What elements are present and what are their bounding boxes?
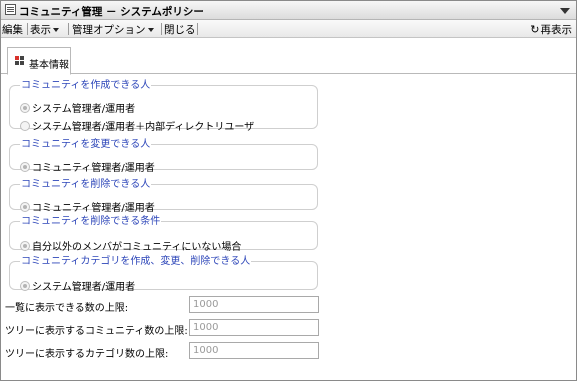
list-limit-row: 一覧に表示できる数の上限: (5, 296, 319, 314)
menu-separator (197, 23, 198, 35)
group-legend: コミュニティを削除できる人 (21, 179, 151, 190)
menu-separator (161, 23, 162, 35)
tree-category-limit-row: ツリーに表示するカテゴリ数の上限: (5, 342, 319, 360)
refresh-icon: ↻ (530, 23, 540, 36)
group-legend: コミュニティを変更できる人 (21, 139, 151, 150)
radio-checked-icon[interactable] (20, 281, 30, 291)
menu-close[interactable]: 閉じる (164, 22, 196, 36)
chevron-down-icon (53, 28, 59, 32)
tree-community-limit-label: ツリーに表示するコミュニティ数の上限: (5, 326, 188, 337)
title-bar: コミュニティ管理 － システムポリシー (1, 1, 576, 20)
group-legend: コミュニティを削除できる条件 (21, 216, 161, 227)
menu-edit[interactable]: 編集 (2, 22, 23, 36)
list-limit-input[interactable] (189, 296, 319, 313)
menu-view-label: 表示 (30, 24, 51, 36)
group-category-managers: コミュニティカテゴリを作成、変更、削除できる人 システム管理者/運用者 (9, 256, 318, 293)
radio-label: システム管理者/運用者＋内部ディレクトリユーザ (32, 122, 255, 133)
tree-community-limit-row: ツリーに表示するコミュニティ数の上限: (5, 319, 319, 337)
radio-option[interactable]: コミュニティ管理者/運用者 (20, 202, 155, 215)
radio-checked-icon[interactable] (20, 103, 30, 113)
reload-button[interactable]: ↻再表示 (530, 22, 572, 37)
menu-separator (27, 23, 28, 35)
radio-unchecked-icon[interactable] (20, 121, 30, 131)
group-deletion-condition: コミュニティを削除できる条件 自分以外のメンバがコミュニティにいない場合 (9, 216, 318, 253)
tree-community-limit-input[interactable] (189, 319, 319, 336)
group-community-modifiers: コミュニティを変更できる人 コミュニティ管理者/運用者 (9, 139, 318, 174)
chevron-down-icon (147, 28, 154, 32)
radio-checked-icon[interactable] (20, 202, 30, 212)
tab-strip: 基本情報 (1, 38, 576, 75)
radio-checked-icon[interactable] (20, 241, 30, 251)
menu-separator (68, 23, 69, 35)
radio-option[interactable]: システム管理者/運用者 (20, 281, 135, 294)
policy-content: コミュニティを作成できる人 システム管理者/運用者 システム管理者/運用者＋内部… (1, 75, 576, 381)
radio-checked-icon[interactable] (20, 162, 30, 172)
radio-option[interactable]: 自分以外のメンバがコミュニティにいない場合 (20, 241, 241, 254)
policy-window: コミュニティ管理 － システムポリシー 編集 表示 管理オプション 閉じる ↻再… (0, 0, 577, 381)
list-limit-label: 一覧に表示できる数の上限: (5, 303, 129, 314)
menu-view[interactable]: 表示 (30, 22, 59, 36)
radio-label: コミュニティ管理者/運用者 (32, 203, 155, 214)
group-legend: コミュニティカテゴリを作成、変更、削除できる人 (21, 256, 251, 267)
group-community-creators: コミュニティを作成できる人 システム管理者/運用者 システム管理者/運用者＋内部… (9, 80, 318, 133)
tree-category-limit-input[interactable] (189, 342, 319, 359)
window-title: コミュニティ管理 － システムポリシー (19, 6, 204, 18)
radio-label: システム管理者/運用者 (32, 282, 136, 293)
collapse-triangle-icon[interactable] (560, 8, 570, 14)
radio-option[interactable]: システム管理者/運用者 (20, 103, 135, 116)
radio-option[interactable]: システム管理者/運用者＋内部ディレクトリユーザ (20, 121, 254, 134)
menu-bar: 編集 表示 管理オプション 閉じる ↻再表示 (1, 20, 576, 38)
tree-category-limit-label: ツリーに表示するカテゴリ数の上限: (5, 349, 169, 360)
grid-icon (15, 56, 25, 66)
tab-basic-info-label: 基本情報 (29, 60, 69, 71)
reload-label: 再表示 (540, 24, 573, 36)
menu-admin-options-label: 管理オプション (72, 24, 146, 36)
window-app-icon (5, 4, 16, 15)
group-community-deleters: コミュニティを削除できる人 コミュニティ管理者/運用者 (9, 179, 318, 214)
radio-label: システム管理者/運用者 (32, 104, 136, 115)
menu-admin-options[interactable]: 管理オプション (72, 22, 154, 36)
radio-label: コミュニティ管理者/運用者 (32, 163, 155, 174)
radio-label: 自分以外のメンバがコミュニティにいない場合 (32, 242, 242, 253)
group-legend: コミュニティを作成できる人 (21, 80, 151, 91)
tab-basic-info[interactable]: 基本情報 (7, 47, 71, 75)
radio-option[interactable]: コミュニティ管理者/運用者 (20, 162, 155, 175)
